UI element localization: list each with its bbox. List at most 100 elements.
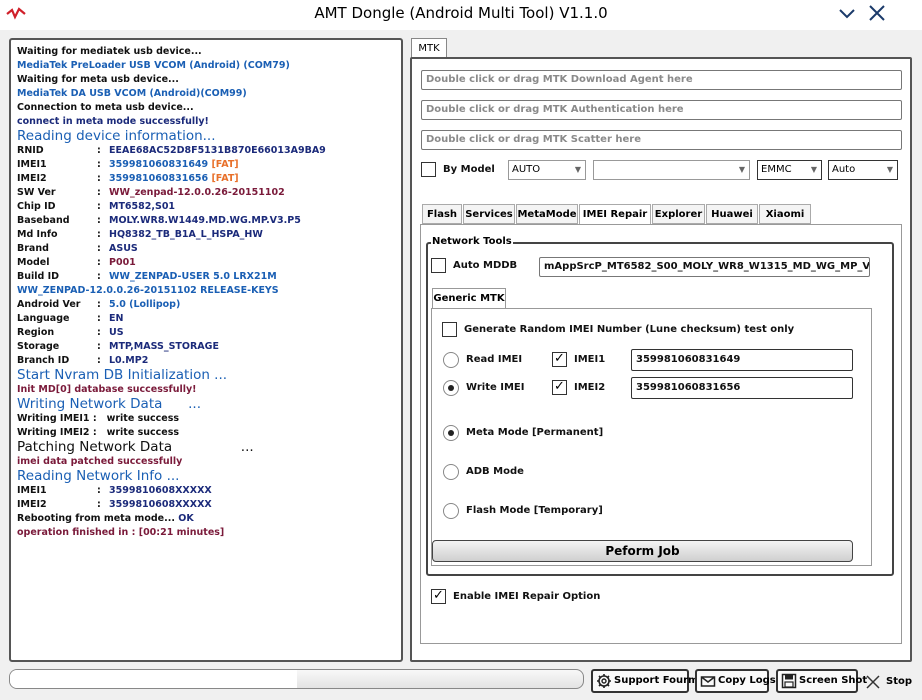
- log-value-text: 359981060831656: [109, 173, 209, 184]
- log-colon: :: [97, 229, 101, 240]
- meta-mode-label: Meta Mode [Permanent]: [466, 427, 604, 438]
- log-line: WW_ZENPAD-12.0.0.26-20151102 RELEASE-KEY…: [17, 284, 397, 298]
- imei2-label: IMEI2: [574, 382, 606, 393]
- log-value: 359981060831649 [FAT]: [109, 158, 239, 172]
- support-forum-button[interactable]: Support Fourm: [591, 669, 698, 693]
- mddb-field[interactable]: mAppSrcP_MT6582_S00_MOLY_WR8_W1315_MD_WG…: [539, 257, 870, 277]
- copy-logs-label: Copy Logs: [718, 675, 776, 686]
- tab-services[interactable]: Services: [463, 204, 515, 224]
- close-icon[interactable]: [866, 2, 888, 24]
- log-colon: :: [97, 243, 101, 254]
- tab-mtk[interactable]: MTK: [411, 38, 447, 58]
- log-value-text: WW_zenpad-12.0.0.26-20151102: [109, 187, 285, 198]
- log-key: Language: [17, 313, 70, 324]
- log-text: Init MD[0] database successfully!: [17, 384, 197, 395]
- tab-explorer[interactable]: Explorer: [652, 204, 705, 224]
- auto-mddb-checkbox[interactable]: [431, 258, 446, 273]
- gear-icon: [597, 674, 611, 688]
- log-value-text: US: [109, 327, 124, 338]
- log-value: US: [109, 326, 124, 340]
- tab-xiaomi[interactable]: Xiaomi: [759, 204, 811, 224]
- log-key: SW Ver: [17, 187, 56, 198]
- log-line: Region: US: [17, 326, 397, 340]
- log-key: Build ID: [17, 271, 60, 282]
- screenshot-button[interactable]: Screen Shot: [776, 669, 867, 693]
- progress-bar: [9, 669, 584, 689]
- by-model-checkbox[interactable]: [421, 162, 436, 177]
- log-colon: :: [97, 173, 101, 184]
- log-colon: :: [97, 159, 101, 170]
- random-imei-checkbox[interactable]: [442, 322, 457, 337]
- log-value-text: 5.0 (Lollipop): [109, 299, 181, 310]
- mode-select[interactable]: Auto ▼: [828, 160, 898, 180]
- log-value: L0.MP2: [109, 354, 148, 368]
- tab-flash[interactable]: Flash: [422, 204, 462, 224]
- log-line: MediaTek DA USB VCOM (Android)(COM99): [17, 87, 397, 101]
- log-colon: :: [97, 187, 101, 198]
- log-value: MOLY.WR8.W1449.MD.WG.MP.V3.P5: [109, 214, 301, 228]
- flash-mode-radio[interactable]: [443, 503, 459, 519]
- network-tools-title: Network Tools: [431, 236, 513, 247]
- log-text: Patching Network Data ...: [17, 439, 254, 455]
- read-imei-label: Read IMEI: [466, 354, 523, 365]
- enable-imei-repair-checkbox[interactable]: ✓: [431, 589, 446, 604]
- log-key: IMEI2: [17, 499, 47, 510]
- log-value-text: MOLY.WR8.W1449.MD.WG.MP.V3.P5: [109, 215, 301, 226]
- tab-generic-mtk[interactable]: Generic MTK: [432, 288, 506, 309]
- tab-huawei[interactable]: Huawei: [706, 204, 758, 224]
- tab-imei-repair[interactable]: IMEI Repair: [579, 204, 651, 225]
- log-line: IMEI2:3599810608XXXXX: [17, 498, 397, 512]
- imei2-field[interactable]: 359981060831656: [631, 377, 853, 399]
- log-value: 3599810608XXXXX: [109, 484, 212, 498]
- imei1-field[interactable]: 359981060831649: [631, 349, 853, 371]
- log-key: Baseband: [17, 215, 70, 226]
- storage-select[interactable]: EMMC ▼: [757, 160, 822, 180]
- meta-mode-radio[interactable]: [443, 425, 459, 441]
- scatter-field[interactable]: Double click or drag MTK Scatter here: [421, 130, 902, 150]
- log-text: Reading Network Info ...: [17, 468, 180, 484]
- download-agent-field[interactable]: Double click or drag MTK Download Agent …: [421, 70, 902, 90]
- imei2-checkbox[interactable]: ✓: [552, 380, 567, 395]
- log-value-text: 3599810608XXXXX: [109, 499, 212, 510]
- log-line: Build ID: WW_ZENPAD-USER 5.0 LRX21M: [17, 270, 397, 284]
- log-line: Branch ID: L0.MP2: [17, 354, 397, 368]
- perform-job-button[interactable]: Peform Job: [432, 540, 853, 562]
- stop-button[interactable]: Stop: [866, 671, 916, 693]
- log-line: Md Info: HQ8382_TB_B1A_L_HSPA_HW: [17, 228, 397, 242]
- log-value-text: ASUS: [109, 243, 138, 254]
- minimize-icon[interactable]: [837, 3, 857, 23]
- log-line: Writing IMEI1 : write success: [17, 412, 397, 426]
- log-panel: Waiting for mediatek usb device... MediaT…: [9, 38, 403, 662]
- model-select[interactable]: AUTO ▼: [508, 160, 586, 180]
- adb-mode-radio[interactable]: [443, 464, 459, 480]
- log-line: Rebooting from meta mode... OK: [17, 512, 397, 526]
- imei1-label: IMEI1: [574, 354, 606, 365]
- read-imei-radio[interactable]: [443, 352, 459, 368]
- stop-label: Stop: [886, 676, 913, 687]
- model-select-2[interactable]: ▼: [593, 160, 750, 180]
- log-key: Md Info: [17, 229, 58, 240]
- log-key: Branch ID: [17, 355, 70, 366]
- log-line: Writing Network Data ...: [17, 397, 397, 412]
- log-line: Init MD[0] database successfully!: [17, 383, 397, 397]
- log-line: Brand: ASUS: [17, 242, 397, 256]
- log-text: operation finished in : [00:21 minutes]: [17, 527, 225, 538]
- copy-logs-button[interactable]: Copy Logs: [695, 669, 776, 693]
- write-imei-radio[interactable]: [443, 380, 459, 396]
- log-value: ASUS: [109, 242, 138, 256]
- log-value: 3599810608XXXXX: [109, 498, 212, 512]
- log-line: operation finished in : [00:21 minutes]: [17, 526, 397, 540]
- log-colon: :: [97, 145, 101, 156]
- authentication-field[interactable]: Double click or drag MTK Authentication …: [421, 100, 902, 120]
- log-value: P001: [109, 256, 136, 270]
- log-value: EEAE68AC52D8F5131B870E66013A9BA9: [109, 144, 326, 158]
- log-line: Waiting for mediatek usb device...: [17, 45, 397, 59]
- tab-metamode[interactable]: MetaMode: [516, 204, 578, 224]
- imei1-checkbox[interactable]: ✓: [552, 352, 567, 367]
- log-text: connect in meta mode successfully!: [17, 116, 209, 127]
- log-line: Storage: MTP,MASS_STORAGE: [17, 340, 397, 354]
- log-line: Reading device information...: [17, 129, 397, 144]
- log-value: WW_zenpad-12.0.0.26-20151102: [109, 186, 285, 200]
- log-text: MediaTek PreLoader USB VCOM (Android) (C…: [17, 60, 290, 71]
- log-text: Writing IMEI1 : write success: [17, 413, 180, 424]
